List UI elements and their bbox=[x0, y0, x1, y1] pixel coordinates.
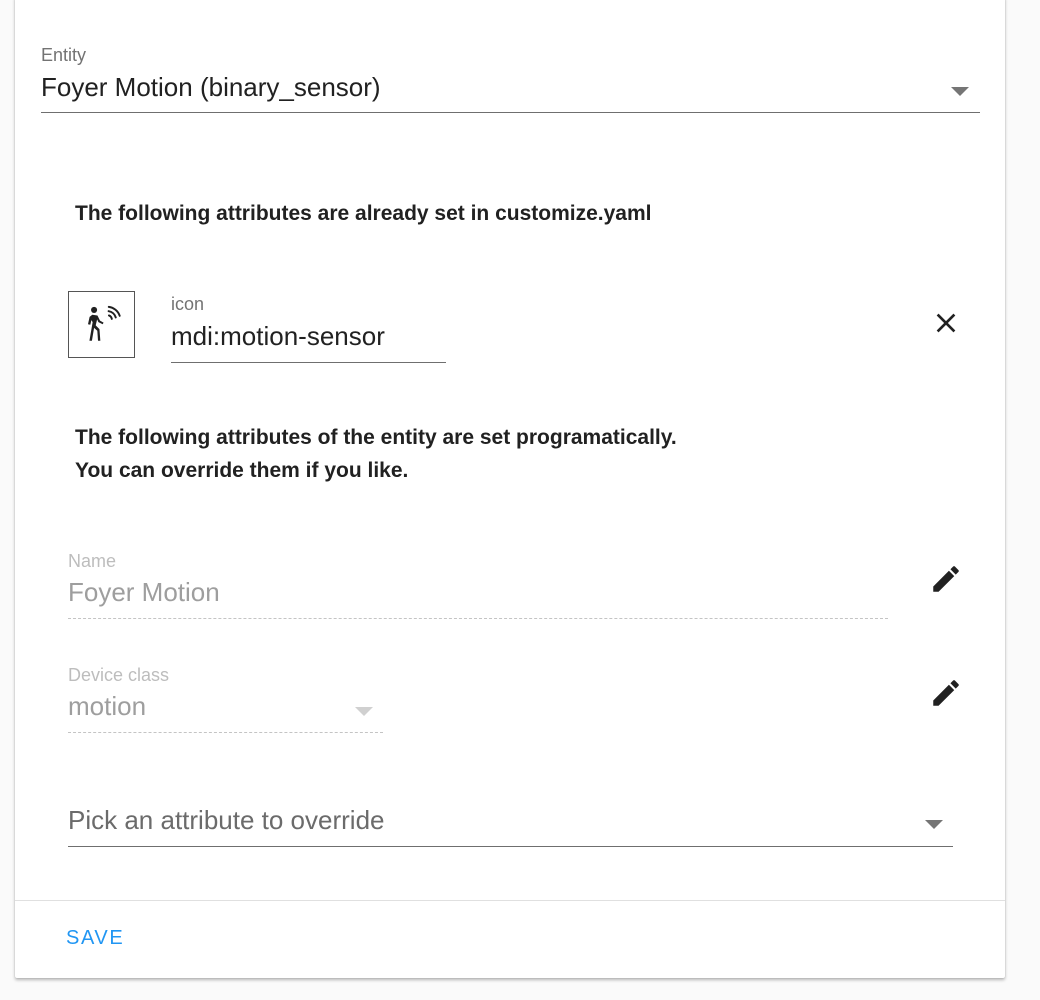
card-actions-divider bbox=[15, 900, 1005, 901]
edit-device-class-pencil-icon[interactable] bbox=[929, 676, 963, 710]
programmatic-heading-line1: The following attributes of the entity a… bbox=[75, 426, 677, 449]
entity-underline bbox=[41, 112, 980, 113]
override-attribute-dropdown[interactable]: Pick an attribute to override bbox=[68, 805, 385, 836]
chevron-down-icon bbox=[355, 707, 373, 716]
icon-attribute-input[interactable]: mdi:motion-sensor bbox=[171, 321, 385, 352]
icon-attribute-label: icon bbox=[171, 294, 205, 314]
customize-card: Entity Foyer Motion (binary_sensor) The … bbox=[15, 0, 1005, 978]
save-button[interactable]: SAVE bbox=[55, 921, 135, 956]
programmatic-heading: The following attributes of the entity a… bbox=[75, 421, 677, 487]
edit-name-pencil-icon[interactable] bbox=[929, 562, 963, 596]
chevron-down-icon[interactable] bbox=[951, 87, 969, 96]
name-label: Name bbox=[68, 551, 117, 571]
customize-heading: The following attributes are already set… bbox=[75, 202, 652, 225]
name-input: Foyer Motion bbox=[68, 577, 220, 607]
entity-dropdown[interactable]: Foyer Motion (binary_sensor) bbox=[41, 72, 381, 103]
device-class-underline bbox=[68, 732, 383, 733]
chevron-down-icon[interactable] bbox=[925, 820, 943, 829]
programmatic-heading-line2: You can override them if you like. bbox=[75, 459, 409, 482]
device-class-dropdown: motion bbox=[68, 691, 147, 721]
icon-attribute-underline bbox=[171, 362, 446, 363]
name-underline bbox=[68, 618, 888, 619]
motion-sensor-icon bbox=[68, 291, 135, 358]
entity-label: Entity bbox=[41, 45, 87, 65]
override-underline bbox=[68, 846, 953, 847]
close-icon[interactable] bbox=[930, 307, 962, 339]
device-class-label: Device class bbox=[68, 665, 170, 685]
